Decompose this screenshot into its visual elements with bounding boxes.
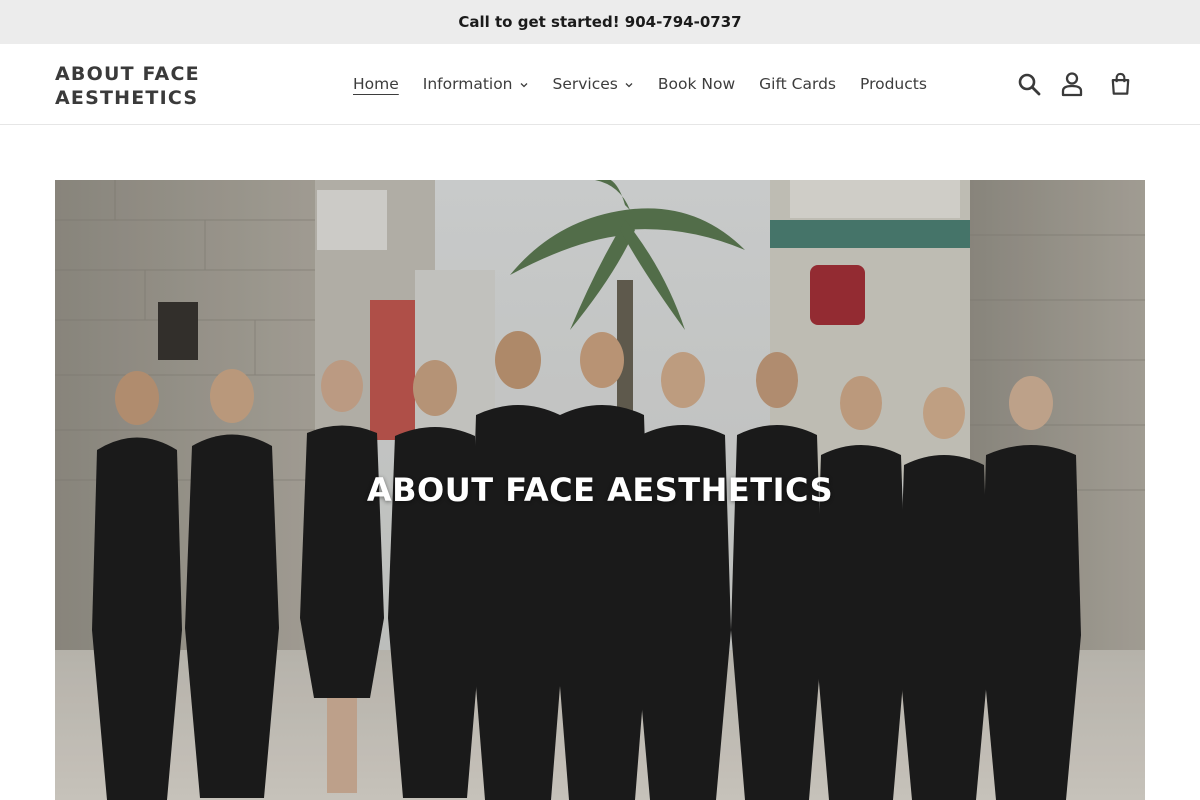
main-nav: Home Information Services Book Now Gift … (341, 44, 939, 124)
nav-item-label: Book Now (657, 75, 736, 93)
search-icon[interactable] (1016, 72, 1041, 97)
logo-line-1: ABOUT FACE (55, 63, 200, 85)
logo-line-2: AESTHETICS (55, 87, 199, 109)
announcement-bar: Call to get started! 904-794-0737 (0, 0, 1200, 44)
nav-item-products[interactable]: Products (848, 75, 939, 93)
nav-item-home[interactable]: Home (341, 75, 411, 93)
nav-item-information[interactable]: Information (411, 75, 541, 93)
nav-item-label: Gift Cards (759, 75, 836, 93)
nav-item-services[interactable]: Services (541, 75, 646, 93)
cart-icon[interactable] (1108, 72, 1133, 97)
nav-item-gift-cards[interactable]: Gift Cards (747, 75, 848, 93)
announcement-text[interactable]: Call to get started! 904-794-0737 (458, 13, 741, 31)
logo[interactable]: ABOUT FACE AESTHETICS (55, 62, 200, 110)
chevron-down-icon (625, 82, 633, 87)
nav-item-book-now[interactable]: Book Now (646, 75, 747, 93)
nav-item-label: Products (860, 75, 927, 93)
nav-item-label: Services (552, 75, 618, 93)
hero-title: ABOUT FACE AESTHETICS (366, 471, 834, 509)
site-header: ABOUT FACE AESTHETICS Home Information S… (0, 44, 1200, 125)
hero-banner: ABOUT FACE AESTHETICS (55, 180, 1145, 800)
nav-item-label: Home (353, 75, 399, 93)
header-icons (1016, 44, 1133, 124)
account-icon[interactable] (1059, 72, 1084, 97)
chevron-down-icon (520, 82, 527, 87)
nav-item-label: Information (422, 75, 513, 93)
